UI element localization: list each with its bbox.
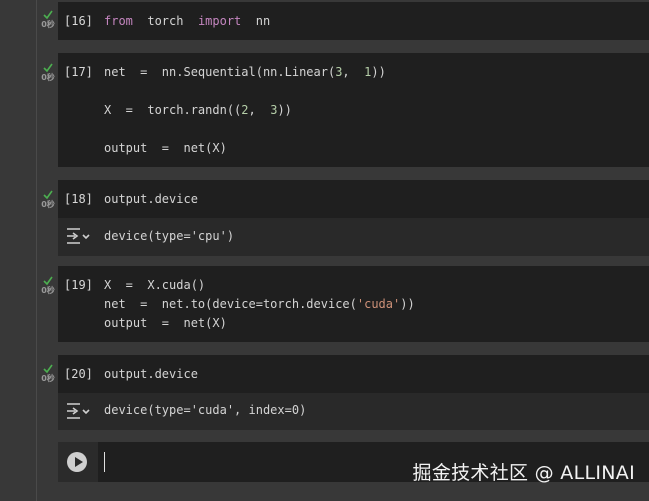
code-line[interactable]: output = net(X) — [104, 316, 227, 330]
run-cell-button[interactable] — [58, 442, 98, 482]
exec-time: 0秒 — [41, 286, 55, 295]
exec-time: 0秒 — [41, 374, 55, 383]
cell-number: [17] — [64, 65, 93, 79]
check-icon — [43, 364, 53, 374]
code-line[interactable]: X = X.cuda() — [104, 278, 205, 292]
code-cell-20[interactable]: [20] output.device — [58, 355, 649, 393]
code-line[interactable]: net = net.to(device=torch.device('cuda')… — [104, 297, 415, 311]
cell-status-16: 0秒 — [38, 10, 58, 34]
code-cell-19[interactable]: [19] X = X.cuda() net = net.to(device=to… — [58, 266, 649, 342]
output-toggle-icon[interactable] — [66, 401, 90, 423]
cell-status-20: 0秒 — [38, 364, 58, 388]
cell-number: [19] — [64, 278, 93, 292]
cell-number: [16] — [64, 14, 93, 28]
check-icon — [43, 276, 53, 286]
output-text: device(type='cuda', index=0) — [104, 403, 307, 417]
output-toggle-icon[interactable] — [66, 226, 90, 248]
code-cell-18[interactable]: [18] output.device — [58, 180, 649, 218]
code-line[interactable]: net = nn.Sequential(nn.Linear(3, 1)) — [104, 65, 386, 79]
check-icon — [43, 190, 53, 200]
exec-time: 0秒 — [41, 20, 55, 29]
code-line[interactable]: output.device — [104, 367, 198, 381]
cell-status-17: 0秒 — [38, 63, 58, 87]
code-line[interactable]: output = net(X) — [104, 141, 227, 155]
code-line[interactable]: output.device — [104, 192, 198, 206]
cell-number: [18] — [64, 192, 93, 206]
cell-status-18: 0秒 — [38, 190, 58, 214]
text-cursor — [104, 452, 105, 472]
cell-status-19: 0秒 — [38, 276, 58, 300]
exec-time: 0秒 — [41, 73, 55, 82]
output-area-20: device(type='cuda', index=0) — [58, 393, 649, 430]
output-area-18: device(type='cpu') — [58, 218, 649, 256]
check-icon — [43, 63, 53, 73]
gutter-divider — [36, 0, 37, 501]
watermark: 掘金技术社区 @ ALLINAI — [412, 462, 635, 484]
output-text: device(type='cpu') — [104, 229, 235, 243]
cell-number: [20] — [64, 367, 93, 381]
check-icon — [43, 10, 53, 20]
code-line[interactable]: X = torch.randn((2, 3)) — [104, 103, 292, 117]
exec-time: 0秒 — [41, 200, 55, 209]
code-line[interactable]: from torch import nn — [104, 14, 270, 28]
code-cell-17[interactable]: [17] net = nn.Sequential(nn.Linear(3, 1)… — [58, 53, 649, 167]
code-cell-16[interactable]: [16] from torch import nn — [58, 2, 649, 40]
